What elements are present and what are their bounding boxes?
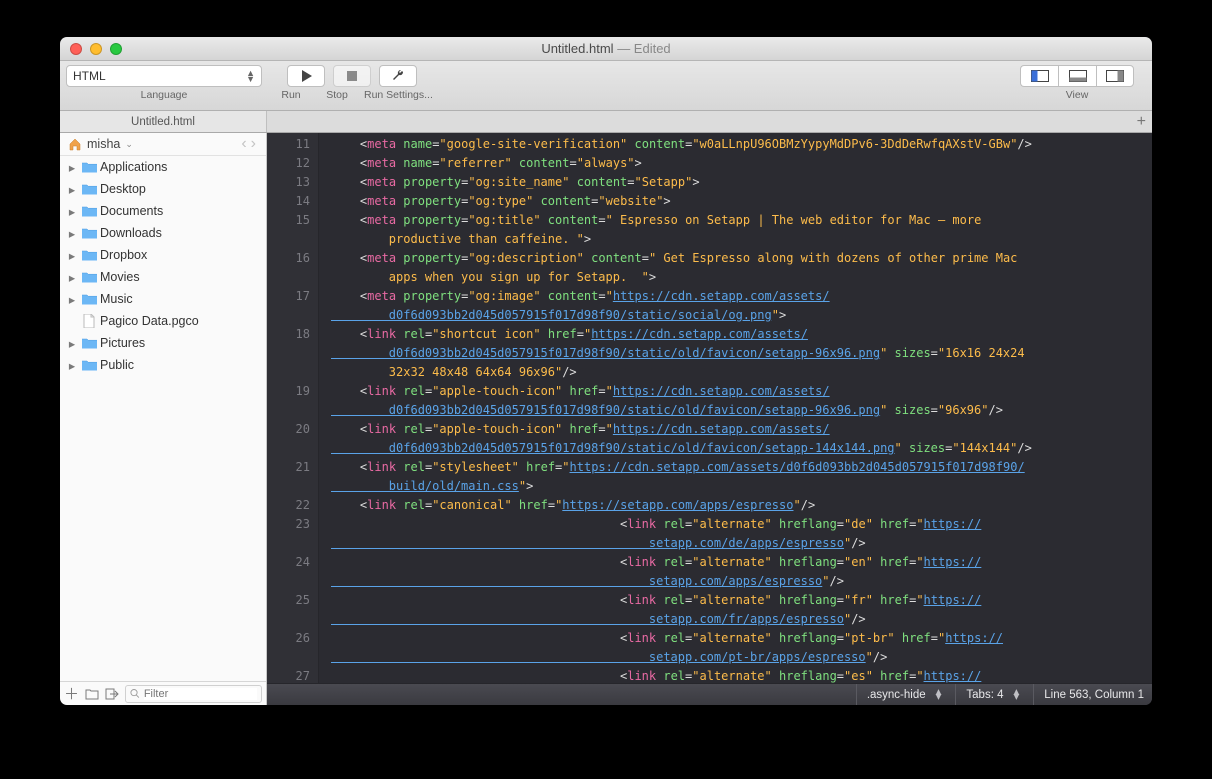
- gutter: 1112131415161718192021222324252627: [267, 133, 319, 683]
- folder-icon: [81, 181, 97, 197]
- filter-field[interactable]: [125, 685, 262, 703]
- sidebar-footer: ＋: [60, 681, 266, 705]
- toolbar: HTML ▲▼ Language Run Stop Run Settin: [60, 61, 1152, 111]
- nav-back-button[interactable]: ‹: [239, 135, 248, 153]
- app-window: Untitled.html — Edited HTML ▲▼ Language: [60, 37, 1152, 705]
- code-area[interactable]: <meta name="google-site-verification" co…: [319, 133, 1152, 683]
- sidebar-item-public[interactable]: ▸ Public: [60, 354, 266, 376]
- search-icon: [130, 688, 140, 699]
- nav-forward-button[interactable]: ›: [249, 135, 258, 153]
- disclosure-triangle-icon[interactable]: ▸: [66, 358, 78, 373]
- disclosure-triangle-icon[interactable]: ▸: [66, 336, 78, 351]
- status-cursor: Line 563, Column 1: [1033, 684, 1144, 705]
- sidebar-item-applications[interactable]: ▸ Applications: [60, 156, 266, 178]
- folder-icon: [81, 247, 97, 263]
- disclosure-triangle-icon[interactable]: ▸: [66, 226, 78, 241]
- panel-bottom-icon: [1069, 70, 1087, 82]
- sidebar-header: misha ⌄ ‹ ›: [60, 133, 266, 156]
- tabbar: Untitled.html +: [60, 111, 1152, 133]
- file-icon: [81, 313, 97, 329]
- new-tab-button[interactable]: +: [1137, 113, 1146, 131]
- tab-untitled[interactable]: Untitled.html: [60, 111, 267, 132]
- sidebar-item-music[interactable]: ▸ Music: [60, 288, 266, 310]
- sidebar-item-pictures[interactable]: ▸ Pictures: [60, 332, 266, 354]
- sidebar-path-button[interactable]: misha ⌄: [68, 137, 133, 151]
- filter-input[interactable]: [144, 688, 257, 700]
- zoom-window-button[interactable]: [110, 43, 122, 55]
- view-bottom-panel-button[interactable]: [1058, 65, 1096, 87]
- run-settings-label: Run Settings...: [364, 89, 433, 101]
- sidebar-item-downloads[interactable]: ▸ Downloads: [60, 222, 266, 244]
- sidebar-item-dropbox[interactable]: ▸ Dropbox: [60, 244, 266, 266]
- folder-icon: [81, 225, 97, 241]
- run-settings-button[interactable]: [379, 65, 417, 87]
- sidebar-item-label: Downloads: [100, 226, 162, 240]
- run-label: Run: [272, 89, 310, 101]
- sidebar-item-label: Documents: [100, 204, 163, 218]
- view-right-panel-button[interactable]: [1096, 65, 1134, 87]
- disclosure-triangle-icon[interactable]: ▸: [66, 292, 78, 307]
- sidebar-item-label: Applications: [100, 160, 167, 174]
- sidebar-item-label: Desktop: [100, 182, 146, 196]
- language-label: Language: [141, 89, 188, 101]
- status-tabs[interactable]: Tabs: 4▴▾: [955, 684, 1019, 705]
- minimize-window-button[interactable]: [90, 43, 102, 55]
- stop-button[interactable]: [333, 65, 371, 87]
- close-window-button[interactable]: [70, 43, 82, 55]
- folder-icon: [81, 203, 97, 219]
- play-icon: [301, 70, 312, 82]
- sidebar-item-documents[interactable]: ▸ Documents: [60, 200, 266, 222]
- sidebar-item-label: Pictures: [100, 336, 145, 350]
- status-scope[interactable]: .async-hide▴▾: [856, 684, 942, 705]
- home-icon: [68, 137, 82, 151]
- disclosure-triangle-icon[interactable]: ▸: [66, 204, 78, 219]
- stop-label: Stop: [318, 89, 356, 101]
- disclosure-triangle-icon[interactable]: ▸: [66, 270, 78, 285]
- view-left-panel-button[interactable]: [1020, 65, 1058, 87]
- folder-icon: [81, 159, 97, 175]
- disclosure-triangle-icon[interactable]: ▸: [66, 160, 78, 175]
- panel-left-icon: [1031, 70, 1049, 82]
- sidebar-item-label: Pagico Data.pgco: [100, 314, 199, 328]
- stop-icon: [347, 71, 357, 81]
- sidebar-item-label: Music: [100, 292, 133, 306]
- sidebar-item-desktop[interactable]: ▸ Desktop: [60, 178, 266, 200]
- folder-icon: [81, 291, 97, 307]
- new-folder-icon[interactable]: [85, 688, 99, 700]
- open-in-icon[interactable]: [105, 688, 119, 700]
- folder-icon: [81, 335, 97, 351]
- folder-icon: [81, 357, 97, 373]
- window-title: Untitled.html — Edited: [541, 41, 670, 56]
- view-label: View: [1066, 89, 1089, 101]
- disclosure-triangle-icon[interactable]: ▸: [66, 182, 78, 197]
- sidebar-item-label: Movies: [100, 270, 140, 284]
- folder-icon: [81, 269, 97, 285]
- language-select[interactable]: HTML ▲▼: [66, 65, 262, 87]
- add-button[interactable]: ＋: [64, 683, 79, 704]
- panel-right-icon: [1106, 70, 1124, 82]
- chevron-down-icon: ⌄: [125, 139, 133, 150]
- sidebar-item-label: Dropbox: [100, 248, 147, 262]
- status-bar: .async-hide▴▾ Tabs: 4▴▾ Line 563, Column…: [267, 683, 1152, 705]
- sidebar-item-label: Public: [100, 358, 134, 372]
- sidebar-item-pagico-data.pgco[interactable]: Pagico Data.pgco: [60, 310, 266, 332]
- disclosure-triangle-icon[interactable]: ▸: [66, 248, 78, 263]
- chevron-updown-icon: ▲▼: [246, 70, 255, 83]
- editor: 1112131415161718192021222324252627 <meta…: [267, 133, 1152, 705]
- sidebar-item-movies[interactable]: ▸ Movies: [60, 266, 266, 288]
- run-button[interactable]: [287, 65, 325, 87]
- titlebar: Untitled.html — Edited: [60, 37, 1152, 61]
- wrench-icon: [391, 69, 405, 83]
- sidebar: misha ⌄ ‹ › ▸ Applications ▸ Desktop ▸ Docume…: [60, 133, 267, 705]
